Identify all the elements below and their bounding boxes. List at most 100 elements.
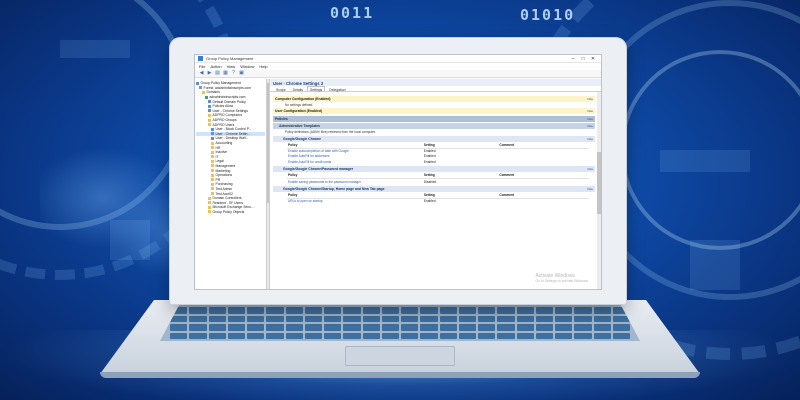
policy-category-header[interactable]: Google/Google Chrome/Startup, Home page …: [273, 185, 595, 192]
policy-setting: Enabled: [423, 159, 436, 164]
policy-category-label: Google/Google Chrome: [283, 136, 322, 141]
help-icon[interactable]: ?: [231, 71, 236, 76]
menu-help[interactable]: Help: [259, 64, 267, 69]
folder-icon[interactable]: ▤: [215, 71, 220, 76]
menu-bar: File Action View Window Help: [195, 63, 601, 70]
folder-icon: [211, 146, 214, 150]
folder-icon: [208, 201, 211, 205]
policy-comment: [498, 178, 589, 184]
hide-link[interactable]: hide: [587, 117, 593, 121]
forward-icon[interactable]: ▶: [207, 71, 212, 76]
tab-delegation[interactable]: Delegation: [326, 86, 348, 92]
tree-item-label: Legal: [215, 159, 224, 164]
menu-action[interactable]: Action: [210, 64, 221, 69]
tab-scope[interactable]: Scope: [273, 86, 289, 92]
close-button[interactable]: ✕: [588, 56, 598, 62]
keyboard-key: [227, 315, 245, 322]
tree-item-label: Management: [215, 163, 236, 168]
folder-icon: [211, 159, 214, 163]
keyboard-key: [401, 307, 419, 314]
policy-category-label: Google/Google Chrome/Startup, Home page …: [283, 186, 385, 191]
hide-link[interactable]: hide: [587, 109, 593, 113]
keyboard-key: [439, 315, 457, 322]
folder-icon: [211, 169, 214, 173]
policy-link[interactable]: Enable saving passwords to the password …: [287, 178, 423, 184]
tree-item-label: PR: [215, 177, 221, 182]
tree-item-label: Domain Controllers: [212, 196, 242, 201]
folder-icon: [208, 205, 211, 209]
keyboard-key: [285, 324, 303, 331]
tree-item-label: adcahindwinscripts.com: [209, 95, 246, 100]
keyboard-key: [612, 324, 630, 331]
hide-link[interactable]: hide: [587, 124, 593, 128]
tree-item[interactable]: Group Policy Objects: [196, 210, 265, 215]
work-area: Group Policy Management Forest: adcahindw…: [195, 79, 601, 289]
tree-item-label: Purchasing: [215, 182, 233, 187]
tree-item-label: ADPRO Groups: [212, 118, 237, 123]
keyboard-key: [593, 315, 611, 322]
menu-file[interactable]: File: [199, 64, 205, 69]
keyboard-key: [381, 324, 399, 331]
policy-category-header[interactable]: Google/Google Chrome/Password manager hid…: [273, 165, 595, 172]
gpmc-app-icon: [198, 56, 203, 61]
properties-icon[interactable]: ▦: [223, 71, 228, 76]
hide-link[interactable]: hide: [587, 137, 593, 141]
window-titlebar: Group Policy Management – □ ✕: [195, 55, 601, 63]
keyboard-key: [343, 324, 361, 331]
tree-item-label: User - Desktop Wall...: [215, 136, 249, 141]
tree-item-label: HR: [215, 145, 221, 150]
keyboard-key: [420, 307, 438, 314]
keyboard-key: [266, 315, 284, 322]
policy-category-header[interactable]: Google/Google Chrome hide: [273, 135, 595, 142]
keyboard-key: [535, 307, 553, 314]
gpo-icon: [211, 132, 214, 136]
tree-item-label: Resident - SF Users: [212, 200, 244, 205]
scrollbar-thumb[interactable]: [597, 152, 601, 214]
policy-setting: Enabled: [423, 199, 436, 204]
keyboard-key: [304, 332, 322, 339]
forest-icon: [199, 86, 202, 90]
maximize-button[interactable]: □: [578, 56, 588, 62]
keyboard-key: [439, 324, 457, 331]
laptop-front-edge: [100, 372, 700, 378]
menu-window[interactable]: Window: [240, 64, 254, 69]
policy-sections: Google/Google Chrome hide Policy Setting Com…: [273, 135, 595, 205]
keyboard-key: [247, 315, 265, 322]
gpo-icon: [211, 127, 214, 131]
minimize-button[interactable]: –: [568, 56, 578, 62]
console-tree: Group Policy Management Forest: adcahindw…: [195, 79, 267, 289]
tree-item-label: Test Admin: [215, 186, 233, 191]
menu-view[interactable]: View: [227, 64, 236, 69]
back-icon[interactable]: ◀: [199, 71, 204, 76]
keyboard-key: [555, 315, 573, 322]
policy-link[interactable]: URLs to open on startup: [287, 198, 423, 204]
policy-link[interactable]: Enable AutoFill for credit cards: [287, 159, 423, 164]
keyboard-key: [343, 315, 361, 322]
hide-link[interactable]: hide: [587, 187, 593, 191]
policy-comment: [498, 198, 589, 204]
binary-text: 01010: [520, 6, 576, 24]
table-row: Enable AutoFill for credit cards Enabled: [287, 159, 589, 164]
tree-item-label: Inactive: [215, 150, 228, 155]
report-scrollbar[interactable]: [597, 92, 601, 289]
tree-item-label: Operations: [215, 173, 233, 178]
keyboard-key: [458, 307, 476, 314]
hide-link[interactable]: hide: [587, 167, 593, 171]
policies-header[interactable]: Policies hide: [273, 115, 595, 122]
keyboard-key: [247, 332, 265, 339]
keyboard-key: [362, 332, 380, 339]
tab-details[interactable]: Details: [290, 86, 306, 92]
tree-item-label: Test Acct02: [215, 191, 233, 196]
laptop-lid: Group Policy Management – □ ✕ File Actio…: [170, 38, 626, 304]
scrollbar-thumb[interactable]: [267, 83, 269, 203]
hide-link[interactable]: hide: [587, 97, 593, 101]
keyboard-key: [189, 324, 207, 331]
tab-settings[interactable]: Settings: [307, 86, 326, 92]
keyboard-key: [420, 332, 438, 339]
policy-comment: [498, 159, 589, 164]
keyboard-key: [208, 315, 226, 322]
details-icon[interactable]: ▣: [239, 71, 244, 76]
folder-icon: [211, 155, 214, 159]
user-config-header[interactable]: User Configuration (Enabled) hide: [273, 108, 595, 114]
keyboard-key: [478, 332, 496, 339]
